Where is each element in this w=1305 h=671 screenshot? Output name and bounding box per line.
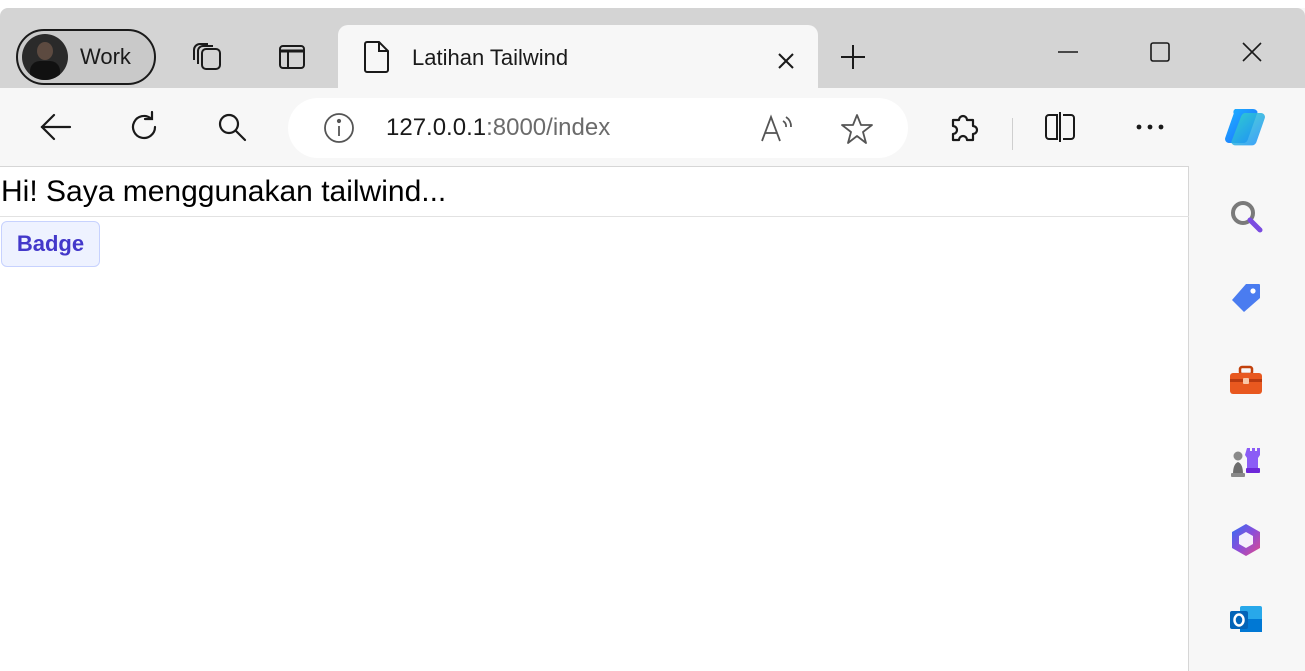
chess-icon[interactable] bbox=[1226, 440, 1266, 480]
toolbox-icon[interactable] bbox=[1226, 360, 1266, 400]
page-icon bbox=[362, 39, 392, 79]
avatar bbox=[22, 34, 68, 80]
badge: Badge bbox=[1, 221, 100, 267]
close-window-icon[interactable] bbox=[1232, 32, 1272, 72]
tab-title: Latihan Tailwind bbox=[412, 45, 569, 70]
url-text[interactable]: 127.0.0.1:8000/index bbox=[386, 114, 610, 142]
toolbar: 127.0.0.1:8000/index bbox=[0, 88, 1305, 166]
profile-button[interactable]: Work bbox=[16, 29, 156, 85]
star-icon[interactable] bbox=[838, 110, 876, 148]
split-screen-icon[interactable] bbox=[1040, 107, 1080, 147]
toolbar-divider bbox=[1012, 118, 1013, 150]
close-icon[interactable] bbox=[772, 47, 800, 75]
page-content: Hi! Saya menggunakan tailwind... Badge bbox=[0, 166, 1189, 671]
more-icon[interactable] bbox=[1130, 107, 1170, 147]
back-arrow-icon[interactable] bbox=[36, 107, 76, 147]
workspaces-icon[interactable] bbox=[191, 40, 225, 74]
url-host: 127.0.0.1 bbox=[386, 114, 487, 141]
tab-active[interactable]: Latihan Tailwind bbox=[338, 25, 818, 91]
browser-window: Work Latihan Tailwind 127.0.0.1:8000/ind… bbox=[0, 8, 1305, 671]
refresh-icon[interactable] bbox=[124, 107, 164, 147]
copilot-icon[interactable] bbox=[1220, 102, 1270, 152]
read-aloud-icon[interactable] bbox=[758, 110, 796, 148]
address-bar[interactable]: 127.0.0.1:8000/index bbox=[288, 98, 908, 158]
profile-label: Work bbox=[80, 44, 131, 69]
heading-divider bbox=[0, 216, 1189, 217]
maximize-icon[interactable] bbox=[1140, 32, 1180, 72]
info-icon[interactable] bbox=[322, 111, 356, 145]
badge-label: Badge bbox=[16, 231, 85, 256]
extensions-icon[interactable] bbox=[944, 107, 984, 147]
url-path: :8000/index bbox=[486, 114, 611, 141]
tag-icon[interactable] bbox=[1226, 278, 1266, 318]
page-heading: Hi! Saya menggunakan tailwind... bbox=[1, 175, 447, 208]
minimize-icon[interactable] bbox=[1048, 32, 1088, 72]
tab-bar: Work Latihan Tailwind bbox=[0, 8, 1305, 91]
microsoft365-icon[interactable] bbox=[1226, 520, 1266, 560]
outlook-icon[interactable] bbox=[1226, 600, 1266, 640]
edge-sidebar bbox=[1190, 166, 1305, 671]
search-icon[interactable] bbox=[212, 107, 252, 147]
sidebar-search-icon[interactable] bbox=[1226, 196, 1266, 236]
plus-icon[interactable] bbox=[836, 40, 870, 74]
vertical-tabs-icon[interactable] bbox=[275, 40, 309, 74]
